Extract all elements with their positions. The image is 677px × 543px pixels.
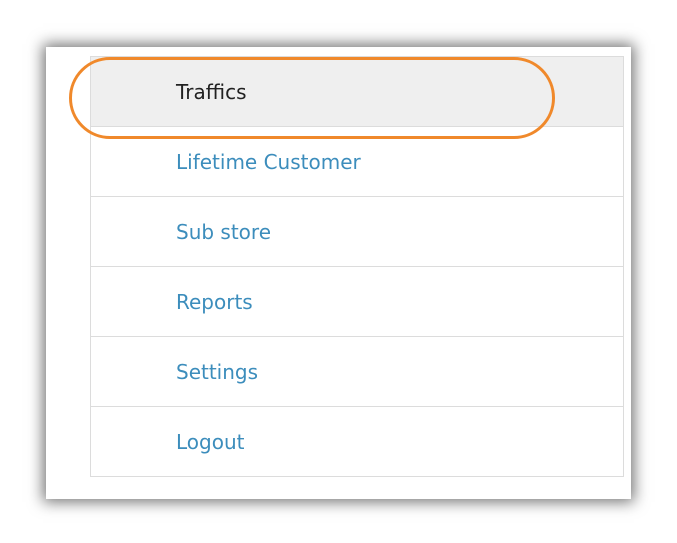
menu-item-sub-store[interactable]: Sub store (91, 196, 623, 266)
menu-item-label: Settings (176, 359, 259, 384)
menu-item-label: Lifetime Customer (176, 149, 361, 174)
menu-panel: Traffics Lifetime Customer Sub store Rep… (46, 47, 631, 499)
menu-item-label: Sub store (176, 219, 272, 244)
menu-item-label: Reports (176, 289, 253, 314)
menu-item-traffics[interactable]: Traffics (91, 56, 623, 126)
menu-item-reports[interactable]: Reports (91, 266, 623, 336)
menu-item-label: Traffics (176, 79, 247, 104)
menu-item-logout[interactable]: Logout (91, 406, 623, 476)
menu-item-label: Logout (176, 429, 245, 454)
menu-item-lifetime-customer[interactable]: Lifetime Customer (91, 126, 623, 196)
menu-item-settings[interactable]: Settings (91, 336, 623, 406)
sidebar-menu: Traffics Lifetime Customer Sub store Rep… (90, 56, 624, 477)
